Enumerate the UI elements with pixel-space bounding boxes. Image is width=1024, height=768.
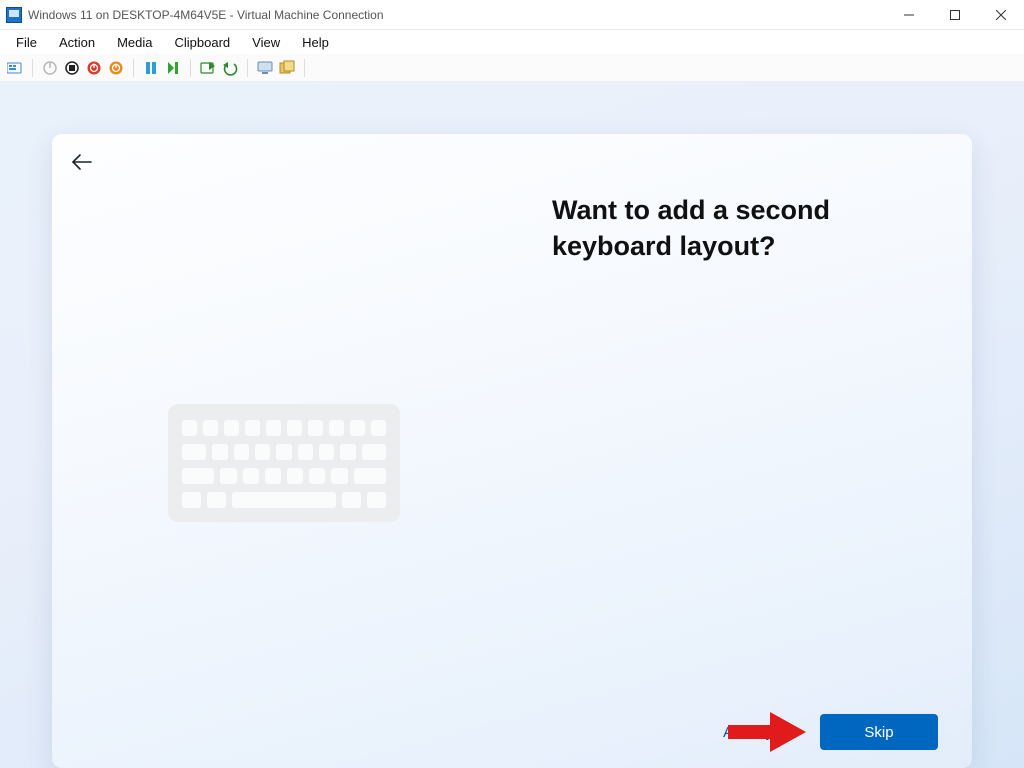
share-button[interactable]: [278, 59, 296, 77]
turn-off-icon: [64, 60, 80, 76]
menu-file[interactable]: File: [6, 33, 47, 52]
oobe-heading: Want to add a second keyboard layout?: [552, 192, 912, 265]
minimize-button[interactable]: [886, 0, 932, 30]
ctrl-alt-del-icon: [7, 61, 23, 75]
skip-button[interactable]: Skip: [820, 714, 938, 750]
revert-button[interactable]: [221, 59, 239, 77]
menu-help[interactable]: Help: [292, 33, 339, 52]
keyboard-illustration: [168, 404, 400, 522]
back-arrow-icon: [71, 153, 93, 171]
maximize-button[interactable]: [932, 0, 978, 30]
pause-button[interactable]: [142, 59, 160, 77]
save-icon: [108, 60, 124, 76]
menu-clipboard[interactable]: Clipboard: [165, 33, 241, 52]
start-icon: [42, 60, 58, 76]
window-titlebar: Windows 11 on DESKTOP-4M64V5E - Virtual …: [0, 0, 1024, 30]
shutdown-button[interactable]: [85, 59, 103, 77]
minimize-icon: [904, 10, 914, 20]
enhanced-session-button[interactable]: [256, 59, 274, 77]
shutdown-icon: [86, 60, 102, 76]
footer-actions: Add layout Skip: [723, 714, 938, 750]
toolbar: [0, 54, 1024, 82]
reset-icon: [166, 61, 180, 75]
oobe-card: Want to add a second keyboard layout? Ad…: [52, 134, 972, 768]
app-icon: [6, 7, 22, 23]
enhanced-session-icon: [257, 61, 273, 75]
share-icon: [279, 60, 295, 76]
checkpoint-icon: [200, 60, 216, 76]
ctrl-alt-del-button[interactable]: [6, 59, 24, 77]
menubar: File Action Media Clipboard View Help: [0, 30, 1024, 54]
save-button[interactable]: [107, 59, 125, 77]
menu-view[interactable]: View: [242, 33, 290, 52]
vm-viewport: Want to add a second keyboard layout? Ad…: [0, 82, 1024, 768]
pause-icon: [144, 61, 158, 75]
window-title: Windows 11 on DESKTOP-4M64V5E - Virtual …: [28, 8, 384, 22]
menu-media[interactable]: Media: [107, 33, 162, 52]
turn-off-button[interactable]: [63, 59, 81, 77]
back-button[interactable]: [70, 150, 94, 174]
add-layout-button[interactable]: Add layout: [723, 724, 794, 741]
revert-icon: [222, 60, 238, 76]
close-icon: [996, 10, 1006, 20]
maximize-icon: [950, 10, 960, 20]
checkpoint-button[interactable]: [199, 59, 217, 77]
menu-action[interactable]: Action: [49, 33, 105, 52]
reset-button[interactable]: [164, 59, 182, 77]
close-button[interactable]: [978, 0, 1024, 30]
start-button-disabled: [41, 59, 59, 77]
